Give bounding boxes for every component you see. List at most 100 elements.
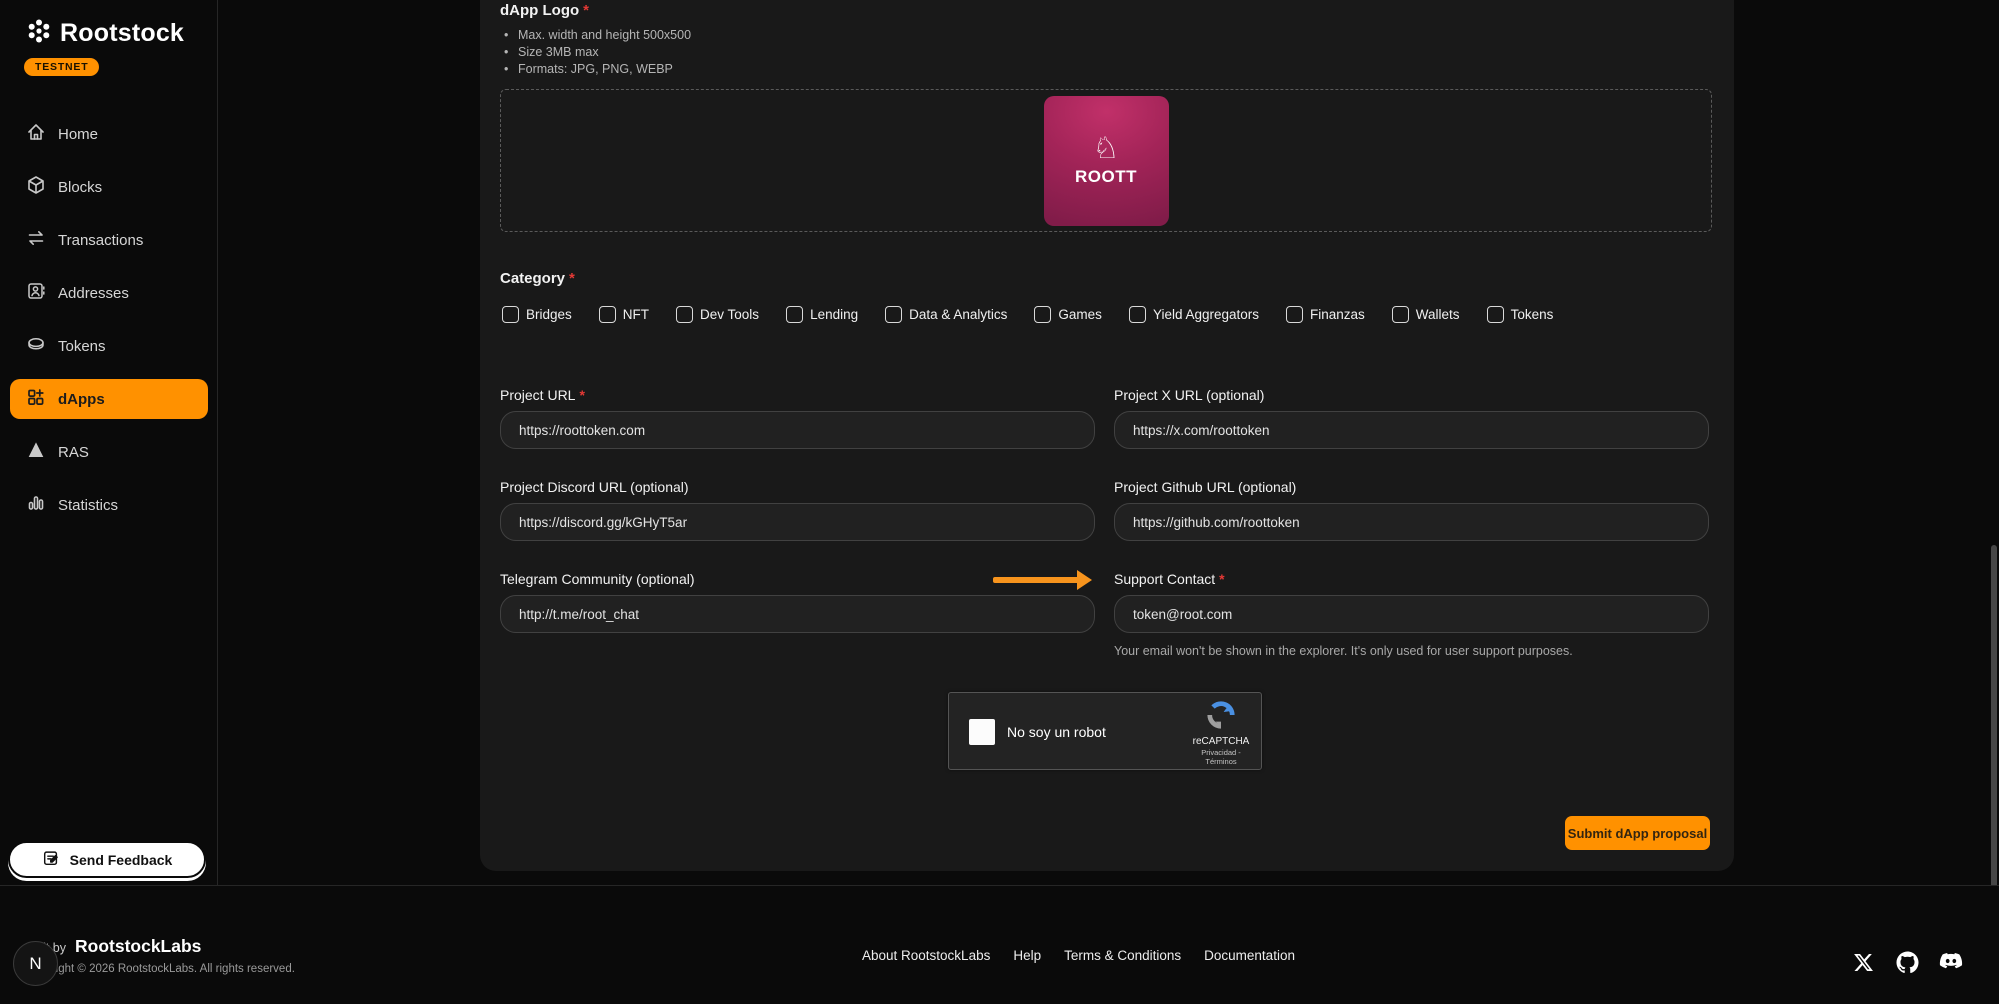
footer xyxy=(0,885,1999,1004)
arrow-shaft xyxy=(993,577,1079,583)
project-discord-url-input[interactable] xyxy=(500,503,1095,541)
sidebar-item-label: RAS xyxy=(58,444,89,461)
swap-arrows-icon xyxy=(26,228,46,253)
feedback-label: Send Feedback xyxy=(70,852,173,868)
rootstock-flower-icon xyxy=(24,16,54,51)
cube-icon xyxy=(26,175,46,200)
logo-preview-tile[interactable]: ♘ ROOTT xyxy=(1044,96,1169,226)
sidebar-item-label: Blocks xyxy=(58,179,102,196)
field-project-x-url: Project X URL (optional) xyxy=(1114,387,1709,449)
sidebar-item-home[interactable]: Home xyxy=(10,114,208,154)
footer-link-documentation[interactable]: Documentation xyxy=(1204,948,1295,963)
telegram-community-input[interactable] xyxy=(500,595,1095,633)
field-label: Project URL* xyxy=(500,387,1095,403)
recaptcha-widget: No soy un robot reCAPTCHA Privacidad - T… xyxy=(948,692,1262,770)
project-github-url-input[interactable] xyxy=(1114,503,1709,541)
sidebar-item-label: Statistics xyxy=(58,497,118,514)
sidebar-item-label: Tokens xyxy=(58,338,106,355)
project-x-url-input[interactable] xyxy=(1114,411,1709,449)
category-checkbox-yield-aggregators[interactable]: Yield Aggregators xyxy=(1129,306,1259,323)
category-checkbox-data-analytics[interactable]: Data & Analytics xyxy=(885,306,1007,323)
logo-rule: Formats: JPG, PNG, WEBP xyxy=(504,61,691,78)
category-checkbox-tokens[interactable]: Tokens xyxy=(1487,306,1554,323)
field-label: Project Discord URL (optional) xyxy=(500,479,1095,495)
checkbox-box[interactable] xyxy=(1487,306,1504,323)
contact-card-icon xyxy=(26,281,46,306)
category-checkbox-lending[interactable]: Lending xyxy=(786,306,858,323)
logo-rules-list: Max. width and height 500x500 Size 3MB m… xyxy=(504,27,691,78)
project-url-input[interactable] xyxy=(500,411,1095,449)
recaptcha-logo-block: reCAPTCHA Privacidad - Términos xyxy=(1189,700,1253,766)
checkbox-box[interactable] xyxy=(1129,306,1146,323)
grid-plus-icon xyxy=(26,387,46,412)
logo-rule: Max. width and height 500x500 xyxy=(504,27,691,44)
recaptcha-label: No soy un robot xyxy=(1007,724,1106,740)
sidebar-nav: Home Blocks Transactions Addresse xyxy=(10,114,208,538)
category-checkbox-bridges[interactable]: Bridges xyxy=(502,306,572,323)
category-label: Category* xyxy=(500,270,575,287)
testnet-badge: TESTNET xyxy=(24,58,99,76)
category-checkbox-nft[interactable]: NFT xyxy=(599,306,649,323)
checkbox-box[interactable] xyxy=(1392,306,1409,323)
feedback-pencil-icon xyxy=(42,849,60,870)
category-checkbox-wallets[interactable]: Wallets xyxy=(1392,306,1460,323)
footer-links: About RootstockLabs Help Terms & Conditi… xyxy=(862,948,1295,963)
sidebar-item-dapps[interactable]: dApps xyxy=(10,379,208,419)
dapp-proposal-form-card: dApp Logo* Max. width and height 500x500… xyxy=(480,0,1734,871)
sidebar-item-statistics[interactable]: Statistics xyxy=(10,485,208,525)
checkbox-box[interactable] xyxy=(502,306,519,323)
built-by-brand[interactable]: RootstockLabs xyxy=(75,936,201,957)
checkbox-box[interactable] xyxy=(1286,306,1303,323)
footer-social-icons xyxy=(1851,950,1963,974)
logo-upload-dropzone[interactable]: ♘ ROOTT xyxy=(500,89,1712,232)
sidebar-item-label: Home xyxy=(58,126,98,143)
checkbox-box[interactable] xyxy=(1034,306,1051,323)
recaptcha-privacy-terms[interactable]: Privacidad - Términos xyxy=(1189,748,1253,766)
brand-name: Rootstock xyxy=(60,19,184,48)
footer-link-help[interactable]: Help xyxy=(1013,948,1041,963)
field-label: Support Contact* xyxy=(1114,571,1709,587)
annotation-arrow xyxy=(993,570,1093,590)
discord-icon[interactable] xyxy=(1939,950,1963,974)
field-project-github-url: Project Github URL (optional) xyxy=(1114,479,1709,541)
support-contact-input[interactable] xyxy=(1114,595,1709,633)
bar-chart-icon xyxy=(26,493,46,518)
category-checkbox-finanzas[interactable]: Finanzas xyxy=(1286,306,1365,323)
checkbox-box[interactable] xyxy=(786,306,803,323)
coin-icon xyxy=(26,334,46,359)
sidebar-item-ras[interactable]: RAS xyxy=(10,432,208,472)
field-label: Project X URL (optional) xyxy=(1114,387,1709,403)
overlay-n-badge[interactable]: N xyxy=(13,941,58,986)
checkbox-box[interactable] xyxy=(599,306,616,323)
sidebar-item-blocks[interactable]: Blocks xyxy=(10,167,208,207)
category-checkbox-row: Bridges NFT Dev Tools Lending Data & Ana… xyxy=(502,306,1553,323)
triangle-icon xyxy=(26,440,46,465)
logo-preview-name: ROOTT xyxy=(1075,167,1137,187)
recaptcha-icon xyxy=(1206,717,1236,734)
checkbox-box[interactable] xyxy=(885,306,902,323)
x-twitter-icon[interactable] xyxy=(1851,950,1875,974)
logo-rule: Size 3MB max xyxy=(504,44,691,61)
recaptcha-brand: reCAPTCHA xyxy=(1189,736,1253,747)
sidebar-item-label: dApps xyxy=(58,391,105,408)
sidebar-item-transactions[interactable]: Transactions xyxy=(10,220,208,260)
arrow-head xyxy=(1077,570,1092,590)
rootstock-logo[interactable]: Rootstock TESTNET xyxy=(24,16,184,76)
sidebar-item-label: Transactions xyxy=(58,232,143,249)
checkbox-box[interactable] xyxy=(676,306,693,323)
send-feedback-button[interactable]: Send Feedback xyxy=(8,841,206,878)
support-contact-helper-text: Your email won't be shown in the explore… xyxy=(1114,644,1709,658)
sidebar-item-addresses[interactable]: Addresses xyxy=(10,273,208,313)
field-project-url: Project URL* xyxy=(500,387,1095,449)
sidebar-item-tokens[interactable]: Tokens xyxy=(10,326,208,366)
submit-dapp-proposal-button[interactable]: Submit dApp proposal xyxy=(1565,816,1710,850)
footer-link-terms[interactable]: Terms & Conditions xyxy=(1064,948,1181,963)
category-checkbox-dev-tools[interactable]: Dev Tools xyxy=(676,306,759,323)
category-checkbox-games[interactable]: Games xyxy=(1034,306,1102,323)
recaptcha-checkbox[interactable] xyxy=(969,719,995,745)
home-icon xyxy=(26,122,46,147)
github-icon[interactable] xyxy=(1895,950,1919,974)
sidebar-item-label: Addresses xyxy=(58,285,129,302)
footer-link-about[interactable]: About RootstockLabs xyxy=(862,948,990,963)
field-label: Project Github URL (optional) xyxy=(1114,479,1709,495)
